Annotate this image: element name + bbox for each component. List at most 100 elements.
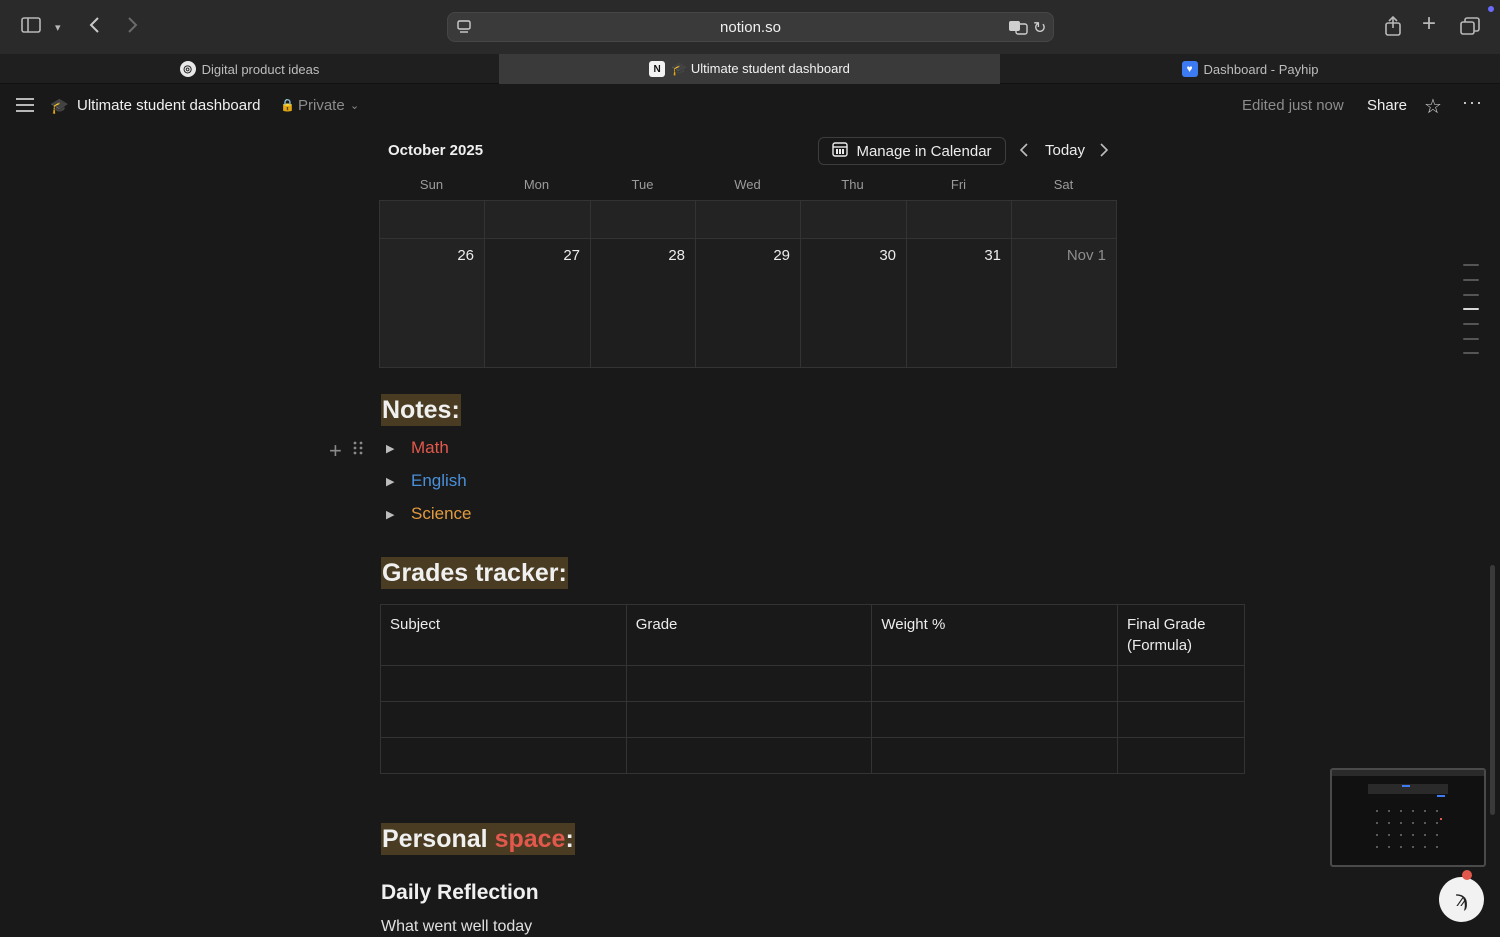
table-cell[interactable] [1117,701,1245,738]
calendar-day-cell[interactable]: 30 [801,239,907,367]
grades-table: Subject Grade Weight % Final Grade (Form… [380,604,1245,774]
toggle-english[interactable]: ▶ English [386,471,467,491]
edited-status: Edited just now [1242,97,1344,114]
calendar-day-cell[interactable]: 28 [591,239,696,367]
calendar-cell[interactable] [907,201,1012,239]
browser-toolbar: ▾ notion.so ↻ + [0,0,1500,54]
tab-bar: ◎ Digital product ideas N 🎓 Ultimate stu… [0,54,1500,84]
heading-part: : [565,825,574,853]
toggle-science[interactable]: ▶ Science [386,504,471,524]
toggle-label: English [411,471,467,490]
chevron-down-icon[interactable]: ⌄ [350,99,359,112]
calendar-cell[interactable] [1012,201,1116,239]
toc-line[interactable] [1463,279,1479,281]
table-header-row: Subject Grade Weight % Final Grade (Form… [380,604,1245,666]
notion-icon: N [649,61,666,77]
table-cell[interactable] [871,737,1119,774]
weekday-label: Sun [419,177,444,192]
table-cell[interactable] [1117,737,1245,774]
share-button[interactable]: Share [1367,97,1407,114]
weekday-label: Sat [1053,177,1074,192]
day-number: 28 [668,247,685,264]
table-cell[interactable] [1117,665,1245,702]
calendar-day-cell[interactable]: 29 [696,239,801,367]
calendar-day-cell[interactable]: 31 [907,239,1012,367]
table-row [380,701,1245,738]
page-preview-thumbnail[interactable] [1330,768,1486,867]
tab-ultimate-student-dashboard[interactable]: N 🎓 Ultimate student dashboard [499,54,1000,84]
prev-month-icon[interactable] [1018,141,1030,164]
table-cell[interactable] [625,701,873,738]
privacy-label[interactable]: Private [298,97,345,114]
personal-space-heading: Personal space: [381,823,575,855]
table-row [380,665,1245,702]
calendar-cell[interactable] [591,201,696,239]
notification-badge [1462,870,1472,880]
grades-heading-text: Grades tracker: [381,557,568,589]
calendar-month: October 2025 [388,142,484,159]
table-cell[interactable] [871,701,1119,738]
table-cell[interactable] [380,665,627,702]
weekday-label: Wed [734,177,761,192]
calendar-day-cell[interactable]: 27 [485,239,591,367]
today-button[interactable]: Today [1045,142,1085,159]
scrollbar-thumb[interactable] [1490,565,1495,815]
heading-part-accent: space [494,825,566,853]
tab-dashboard-payhip[interactable]: ♥ Dashboard - Payhip [1000,54,1500,84]
table-cell[interactable] [625,665,873,702]
toggle-triangle-icon[interactable]: ▶ [386,508,400,521]
chatgpt-icon: ◎ [179,61,196,77]
calendar-cell[interactable] [485,201,591,239]
column-header-subject[interactable]: Subject [380,604,627,666]
table-cell[interactable] [625,737,873,774]
toc-line[interactable] [1463,352,1479,354]
reload-icon[interactable]: ↻ [1033,18,1046,38]
toc-line[interactable] [1463,264,1479,266]
star-icon[interactable]: ☆ [1424,94,1442,119]
more-options-icon[interactable]: ··· [1462,92,1483,113]
calendar-cell[interactable] [801,201,907,239]
toggle-math[interactable]: ▶ Math [386,438,449,458]
tab-overview-icon[interactable] [1460,17,1480,39]
heading-part: Personal [382,825,495,853]
weekday-label: Mon [523,177,550,192]
new-tab-icon[interactable]: + [1422,12,1436,36]
tab-digital-product-ideas[interactable]: ◎ Digital product ideas [0,54,499,84]
back-arrow-icon[interactable] [88,16,102,38]
table-cell[interactable] [380,737,627,774]
address-bar[interactable]: notion.so ↻ [447,12,1054,42]
forward-arrow-icon[interactable] [125,16,139,38]
sidebar-toggle-icon[interactable] [21,17,41,37]
translate-icon[interactable] [1008,19,1028,40]
manage-in-calendar-button[interactable]: Manage in Calendar [818,137,1006,165]
notion-ai-face-icon: ϡ [1455,887,1468,912]
column-header-final-grade[interactable]: Final Grade (Formula) [1117,604,1245,666]
toggle-triangle-icon[interactable]: ▶ [386,442,400,455]
menu-icon[interactable] [16,98,34,117]
calendar-day-cell[interactable]: Nov 1 [1012,239,1116,367]
page-title[interactable]: Ultimate student dashboard [77,97,260,114]
reflection-text[interactable]: What went well today [381,918,532,936]
share-icon[interactable] [1384,15,1402,41]
day-number: 26 [457,247,474,264]
toc-line[interactable] [1463,294,1479,296]
next-month-icon[interactable] [1098,141,1110,164]
drag-handle-icon[interactable] [353,440,363,461]
column-header-grade[interactable]: Grade [625,604,873,666]
toc-line[interactable] [1463,338,1479,340]
add-block-icon[interactable]: + [329,438,342,464]
calendar-cell[interactable] [696,201,801,239]
column-header-weight[interactable]: Weight % [871,604,1119,666]
toggle-triangle-icon[interactable]: ▶ [386,475,400,488]
calendar-cell[interactable] [380,201,485,239]
chevron-down-icon[interactable]: ▾ [55,18,61,38]
tab-label: Dashboard - Payhip [1203,61,1319,77]
weekday-label: Tue [631,177,654,192]
table-cell[interactable] [380,701,627,738]
toc-line-active[interactable] [1463,308,1479,310]
calendar-day-cell[interactable]: 26 [380,239,485,367]
toc-line[interactable] [1463,323,1479,325]
notion-ai-button[interactable]: ϡ [1439,877,1484,922]
table-cell[interactable] [871,665,1119,702]
notification-dot [1488,6,1494,12]
